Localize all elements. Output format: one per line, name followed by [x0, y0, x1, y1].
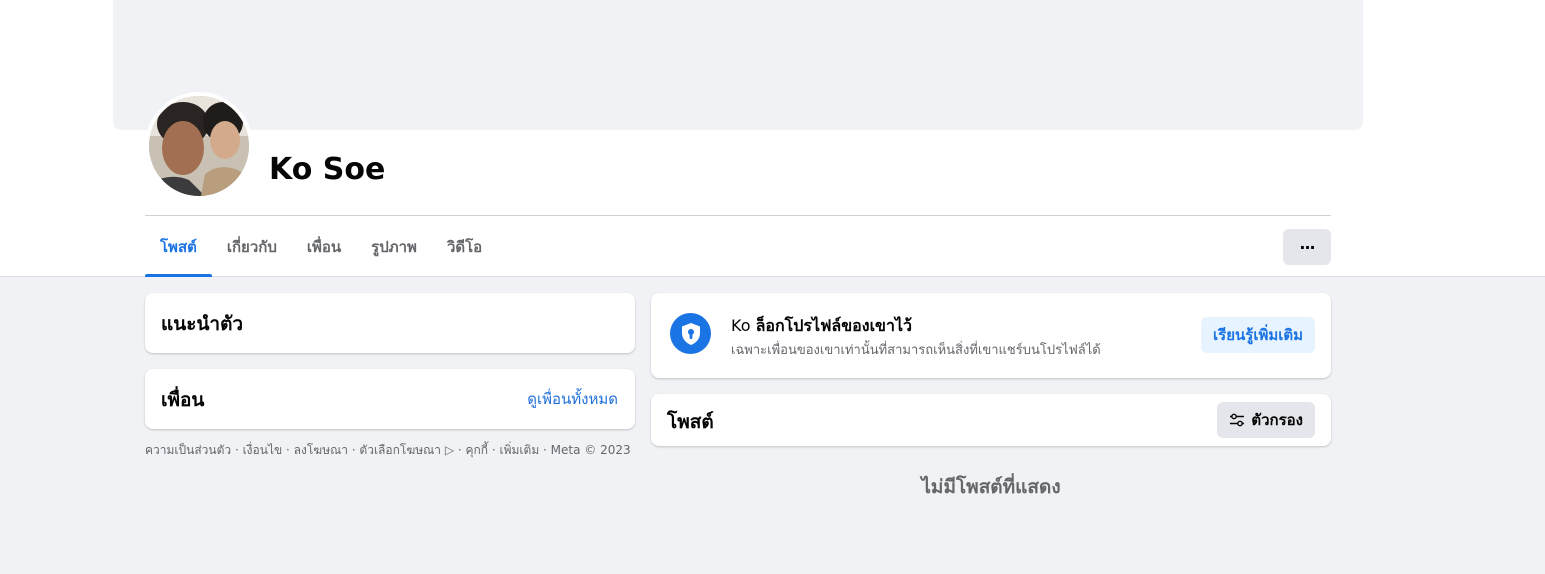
see-all-friends-link[interactable]: ดูเพื่อนทั้งหมด — [527, 387, 618, 411]
friends-card: เพื่อน ดูเพื่อนทั้งหมด — [145, 369, 635, 429]
filter-button[interactable]: ตัวกรอง — [1217, 402, 1315, 438]
locked-title: Ko ล็อกโปรไฟล์ของเขาไว้ — [731, 314, 912, 339]
avatar[interactable] — [145, 92, 253, 200]
friends-title: เพื่อน — [161, 389, 205, 411]
intro-card: แนะนำตัว — [145, 293, 635, 353]
profile-name: Ko Soe — [269, 152, 386, 187]
shield-lock-icon — [670, 313, 711, 354]
locked-subtitle: เฉพาะเพื่อนของเขาเท่านั้นที่สามารถเห็นสิ… — [731, 343, 1101, 358]
tab-videos[interactable]: วิดีโอ — [432, 216, 497, 277]
posts-card: โพสต์ ตัวกรอง — [651, 394, 1331, 446]
intro-title: แนะนำตัว — [161, 313, 244, 335]
filter-sliders-icon — [1230, 413, 1245, 427]
locked-first-name: Ko — [731, 316, 751, 335]
tab-friends[interactable]: เพื่อน — [292, 216, 356, 277]
cover-photo[interactable] — [113, 0, 1363, 130]
tab-posts[interactable]: โพสต์ — [145, 216, 212, 277]
no-posts-message: ไม่มีโพสต์ที่แสดง — [921, 476, 1061, 498]
tab-about[interactable]: เกี่ยวกับ — [212, 216, 292, 277]
filter-label: ตัวกรอง — [1251, 411, 1303, 429]
tab-photos[interactable]: รูปภาพ — [356, 216, 432, 277]
learn-more-button[interactable]: เรียนรู้เพิ่มเติม — [1201, 317, 1315, 353]
profile-photo-image — [149, 96, 249, 196]
more-options-button[interactable]: ··· — [1283, 229, 1331, 265]
locked-profile-card: Ko ล็อกโปรไฟล์ของเขาไว้ เฉพาะเพื่อนของเข… — [651, 293, 1331, 378]
footer-links[interactable]: ความเป็นส่วนตัว · เงื่อนไข · ลงโฆษณา · ต… — [145, 441, 640, 460]
profile-tabs: โพสต์ เกี่ยวกับ เพื่อน รูปภาพ วิดีโอ — [145, 216, 497, 277]
locked-title-text: ล็อกโปรไฟล์ของเขาไว้ — [755, 316, 912, 335]
profile-photo — [149, 96, 249, 196]
posts-title: โพสต์ — [667, 411, 714, 433]
